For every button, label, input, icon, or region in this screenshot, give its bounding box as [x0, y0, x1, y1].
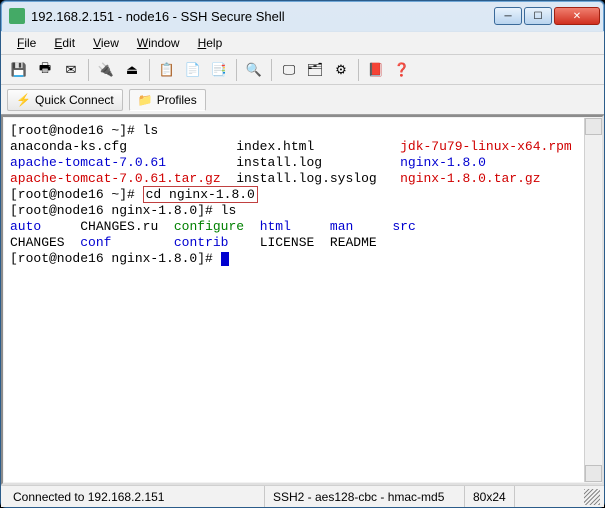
file: apache-tomcat-7.0.61.tar.gz — [10, 171, 221, 186]
menu-edit[interactable]: Edit — [46, 34, 83, 52]
file: jdk-7u79-linux-x64.rpm — [400, 139, 572, 154]
connect-toolbar: ⚡ Quick Connect 📁 Profiles — [1, 85, 604, 115]
file: LICENSE — [260, 235, 315, 250]
file: CHANGES — [10, 235, 65, 250]
profiles-label: Profiles — [157, 93, 197, 107]
prompt: [root@node16 ~]# — [10, 123, 143, 138]
status-connection: Connected to 192.168.2.151 — [5, 486, 265, 507]
dir: nginx-1.8.0 — [400, 155, 486, 170]
print-icon[interactable]: 🖶 — [33, 58, 57, 82]
file: install.log — [236, 155, 322, 170]
menu-file[interactable]: File — [9, 34, 44, 52]
quick-connect-label: Quick Connect — [35, 93, 114, 107]
paste-icon[interactable]: 📄 — [181, 58, 205, 82]
find-icon[interactable]: 🔍 — [242, 58, 266, 82]
terminal-icon[interactable]: 🖵 — [277, 58, 301, 82]
separator — [149, 59, 150, 81]
exec: configure — [174, 219, 244, 234]
command: ls — [143, 123, 159, 138]
menubar: File Edit View Window Help — [1, 31, 604, 55]
statusbar: Connected to 192.168.2.151 SSH2 - aes128… — [1, 485, 604, 507]
terminal-frame: [root@node16 ~]# ls anaconda-ks.cfg inde… — [1, 115, 604, 485]
copy-icon[interactable]: 📋 — [155, 58, 179, 82]
quick-connect-button[interactable]: ⚡ Quick Connect — [7, 89, 123, 111]
resize-grip[interactable] — [584, 489, 600, 505]
dir: html — [260, 219, 291, 234]
menu-view[interactable]: View — [85, 34, 127, 52]
toolbar: 💾 🖶 ✉ 🔌 ⏏ 📋 📄 📑 🔍 🖵 🗂 ⚙ 📕 ❓ — [1, 55, 604, 85]
connect-icon[interactable]: 🔌 — [94, 58, 118, 82]
dir: auto — [10, 219, 41, 234]
mail-icon[interactable]: ✉ — [59, 58, 83, 82]
clipboard-icon[interactable]: 📑 — [207, 58, 231, 82]
app-window: 192.168.2.151 - node16 - SSH Secure Shel… — [0, 0, 605, 508]
terminal[interactable]: [root@node16 ~]# ls anaconda-ks.cfg inde… — [4, 118, 584, 482]
dir: apache-tomcat-7.0.61 — [10, 155, 166, 170]
menu-window[interactable]: Window — [129, 34, 188, 52]
save-icon[interactable]: 💾 — [7, 58, 31, 82]
command-highlighted: cd nginx-1.8.0 — [143, 186, 258, 203]
separator — [236, 59, 237, 81]
app-icon — [9, 8, 25, 24]
status-size: 80x24 — [465, 486, 515, 507]
file: anaconda-ks.cfg — [10, 139, 127, 154]
lightning-icon: ⚡ — [16, 93, 30, 107]
file: README — [330, 235, 377, 250]
window-title: 192.168.2.151 - node16 - SSH Secure Shel… — [31, 9, 488, 24]
status-cipher: SSH2 - aes128-cbc - hmac-md5 — [265, 486, 465, 507]
dir: src — [392, 219, 415, 234]
vertical-scrollbar[interactable] — [584, 118, 601, 482]
file: CHANGES.ru — [80, 219, 158, 234]
menu-help[interactable]: Help — [190, 34, 231, 52]
profiles-button[interactable]: 📁 Profiles — [129, 89, 206, 111]
disconnect-icon[interactable]: ⏏ — [120, 58, 144, 82]
window-controls: ─ ☐ ✕ — [494, 7, 600, 25]
prompt: [root@node16 nginx-1.8.0]# — [10, 251, 221, 266]
cursor — [221, 252, 229, 266]
prompt: [root@node16 nginx-1.8.0]# — [10, 203, 221, 218]
separator — [271, 59, 272, 81]
dir: contrib — [174, 235, 229, 250]
help-book-icon[interactable]: 📕 — [364, 58, 388, 82]
close-button[interactable]: ✕ — [554, 7, 600, 25]
dir: conf — [80, 235, 111, 250]
folder-icon: 📁 — [138, 93, 152, 107]
file: nginx-1.8.0.tar.gz — [400, 171, 540, 186]
settings-icon[interactable]: ⚙ — [329, 58, 353, 82]
whats-this-icon[interactable]: ❓ — [390, 58, 414, 82]
minimize-button[interactable]: ─ — [494, 7, 522, 25]
dir: man — [330, 219, 353, 234]
titlebar: 192.168.2.151 - node16 - SSH Secure Shel… — [1, 1, 604, 31]
transfer-icon[interactable]: 🗂 — [303, 58, 327, 82]
file: install.log.syslog — [236, 171, 376, 186]
separator — [358, 59, 359, 81]
separator — [88, 59, 89, 81]
command: ls — [221, 203, 237, 218]
maximize-button[interactable]: ☐ — [524, 7, 552, 25]
prompt: [root@node16 ~]# — [10, 187, 143, 202]
file: index.html — [236, 139, 314, 154]
